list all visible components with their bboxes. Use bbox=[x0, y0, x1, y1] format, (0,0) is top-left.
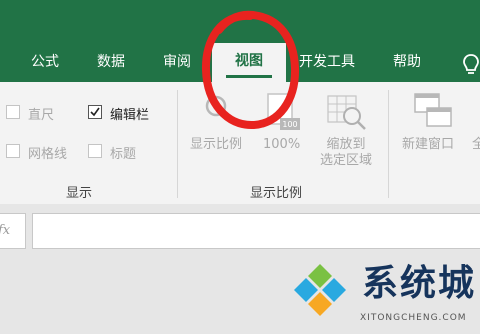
watermark-brand: 系统城 bbox=[362, 263, 477, 304]
tab-formulas[interactable]: 公式 bbox=[31, 50, 59, 74]
zoom-button[interactable]: 显示比例 bbox=[190, 137, 242, 153]
watermark-logo-icon bbox=[294, 264, 346, 316]
new-window-icon[interactable] bbox=[413, 92, 455, 130]
formula-bar-checkbox-label: 编辑栏 bbox=[110, 108, 150, 123]
formula-input[interactable] bbox=[32, 213, 480, 249]
watermark-url: XITONGCHENG.COM bbox=[360, 313, 467, 323]
zoom-group-label: 显示比例 bbox=[250, 186, 303, 201]
tab-data[interactable]: 数据 bbox=[97, 50, 125, 74]
highlight-circle-annotation bbox=[201, 10, 300, 130]
fx-icon[interactable]: fx bbox=[0, 213, 26, 249]
ruler-checkbox[interactable]: 直尺 bbox=[6, 104, 66, 123]
tab-review[interactable]: 审阅 bbox=[163, 50, 191, 74]
ruler-checkbox-label: 直尺 bbox=[28, 108, 55, 123]
zoom-100-button[interactable]: 100% bbox=[263, 137, 300, 153]
gridlines-checkbox-label: 网格线 bbox=[28, 147, 68, 162]
truncated-window-button[interactable]: 全 bbox=[472, 137, 480, 153]
group-separator bbox=[177, 90, 178, 198]
headings-checkbox-label: 标题 bbox=[110, 147, 137, 162]
fx-icon-label: fx bbox=[0, 223, 11, 238]
zoom-to-selection-line1: 缩放到 bbox=[326, 137, 366, 152]
tab-help[interactable]: 帮助 bbox=[393, 50, 421, 74]
lightbulb-icon[interactable] bbox=[460, 52, 480, 76]
show-group-label: 显示 bbox=[66, 186, 93, 201]
new-window-button[interactable]: 新建窗口 bbox=[402, 137, 454, 153]
tab-developer[interactable]: 开发工具 bbox=[299, 50, 355, 74]
checkmark-icon bbox=[90, 107, 100, 117]
formula-bar-checkbox-box[interactable] bbox=[88, 105, 102, 119]
gridlines-checkbox-box[interactable] bbox=[6, 144, 20, 158]
ruler-checkbox-box[interactable] bbox=[6, 105, 20, 119]
zoom-to-selection-icon[interactable] bbox=[326, 92, 368, 132]
zoom-to-selection-line2: 选定区域 bbox=[319, 153, 372, 168]
zoom-to-selection-button[interactable]: 缩放到 选定区域 bbox=[313, 137, 379, 169]
formula-bar-checkbox[interactable]: 编辑栏 bbox=[88, 104, 168, 123]
gridlines-checkbox[interactable]: 网格线 bbox=[6, 143, 86, 162]
headings-checkbox-box[interactable] bbox=[88, 144, 102, 158]
group-separator bbox=[388, 90, 389, 198]
headings-checkbox[interactable]: 标题 bbox=[88, 143, 148, 162]
